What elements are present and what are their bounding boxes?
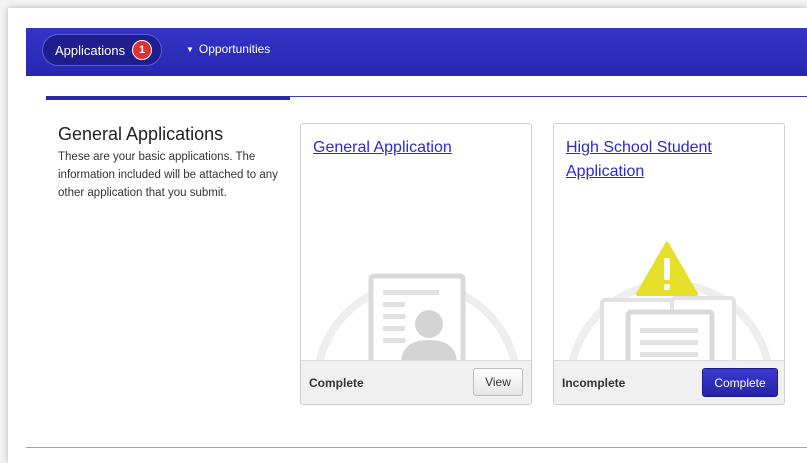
bottom-divider <box>26 447 807 448</box>
application-card-high-school: High School Student Application Incomple… <box>553 123 785 405</box>
complete-button[interactable]: Complete <box>702 368 778 397</box>
top-navbar: Applications 1 ▼ Opportunities <box>26 28 807 76</box>
section-title: General Applications <box>58 124 224 144</box>
nav-applications-label: Applications <box>55 42 126 58</box>
nav-applications-tab[interactable]: Applications 1 <box>42 34 162 66</box>
tab-active-indicator <box>46 96 290 100</box>
notification-badge: 1 <box>132 40 153 60</box>
nav-opportunities-menu[interactable]: ▼ Opportunities <box>186 42 270 56</box>
warning-documents-icon <box>568 242 772 364</box>
status-label: Complete <box>309 376 364 390</box>
high-school-application-link[interactable]: High School Student Application <box>566 136 776 184</box>
profile-document-icon <box>315 273 519 364</box>
card-footer: Complete View <box>301 360 531 404</box>
status-label: Incomplete <box>562 376 626 390</box>
nav-opportunities-label: Opportunities <box>198 42 271 56</box>
application-card-general: General Application Complete View <box>300 123 532 405</box>
view-button[interactable]: View <box>473 368 523 396</box>
card-footer: Incomplete Complete <box>554 360 784 404</box>
general-application-link[interactable]: General Application <box>313 136 523 160</box>
section-description: These are your basic applications. The i… <box>58 151 278 199</box>
caret-down-icon: ▼ <box>186 45 194 54</box>
